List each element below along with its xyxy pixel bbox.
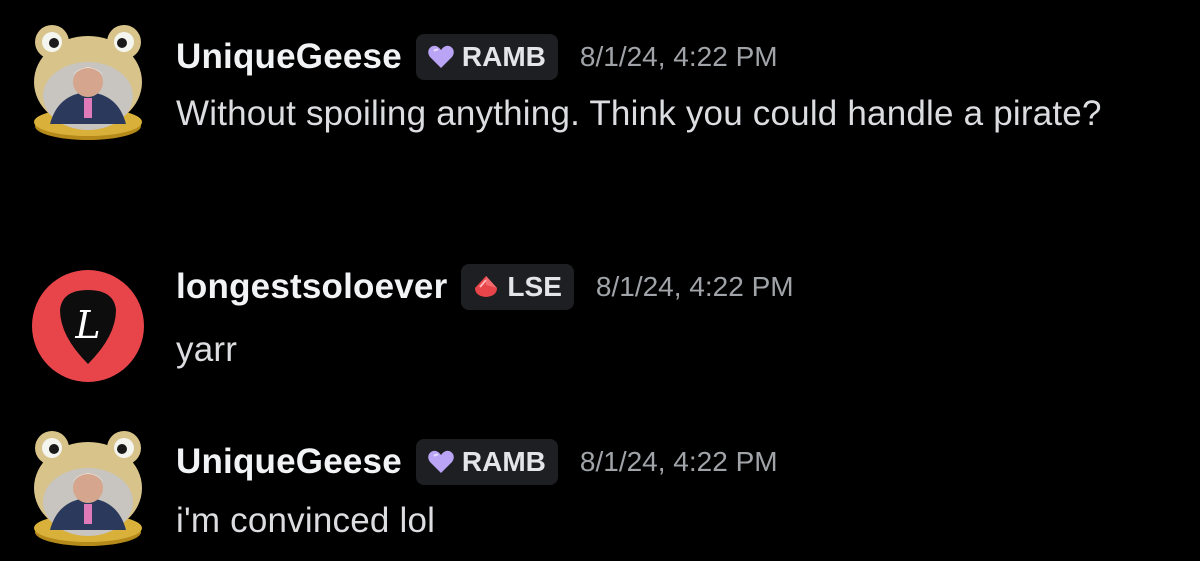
red-gem-icon bbox=[475, 276, 498, 297]
frog-hat-avatar-icon bbox=[34, 431, 142, 546]
message-header: longestsoloever LSE 8/1/24, 4:22 PM bbox=[176, 262, 794, 312]
username[interactable]: UniqueGeese bbox=[176, 37, 402, 77]
message-header: UniqueGeese RAMB 8/1/24, 4:22 PM bbox=[176, 32, 778, 82]
server-tag[interactable]: RAMB bbox=[415, 439, 558, 485]
username[interactable]: UniqueGeese bbox=[176, 442, 402, 482]
avatar[interactable]: L bbox=[28, 266, 148, 386]
avatar[interactable] bbox=[28, 430, 148, 550]
message-text: Without spoiling anything. Think you cou… bbox=[176, 94, 1102, 133]
server-tag[interactable]: LSE bbox=[461, 264, 574, 310]
frog-hat-avatar-icon bbox=[34, 25, 142, 140]
purple-heart-icon bbox=[428, 450, 454, 473]
avatar[interactable] bbox=[28, 24, 148, 144]
chat-messages: UniqueGeese RAMB 8/1/24, 4:22 PM Without… bbox=[0, 0, 1200, 561]
purple-heart-icon bbox=[428, 45, 454, 68]
message-header: UniqueGeese RAMB 8/1/24, 4:22 PM bbox=[176, 437, 778, 487]
timestamp: 8/1/24, 4:22 PM bbox=[579, 41, 778, 72]
username[interactable]: longestsoloever bbox=[176, 267, 447, 307]
timestamp: 8/1/24, 4:22 PM bbox=[595, 271, 794, 302]
message-text: yarr bbox=[176, 330, 238, 369]
guitar-pick-avatar-icon: L bbox=[32, 270, 144, 382]
tag-label: RAMB bbox=[461, 41, 546, 72]
tag-label: LSE bbox=[507, 271, 562, 302]
server-tag[interactable]: RAMB bbox=[415, 34, 558, 80]
message-text: i'm convinced lol bbox=[176, 501, 436, 540]
timestamp: 8/1/24, 4:22 PM bbox=[579, 446, 778, 477]
avatar-letter: L bbox=[74, 303, 100, 347]
tag-label: RAMB bbox=[461, 446, 546, 477]
